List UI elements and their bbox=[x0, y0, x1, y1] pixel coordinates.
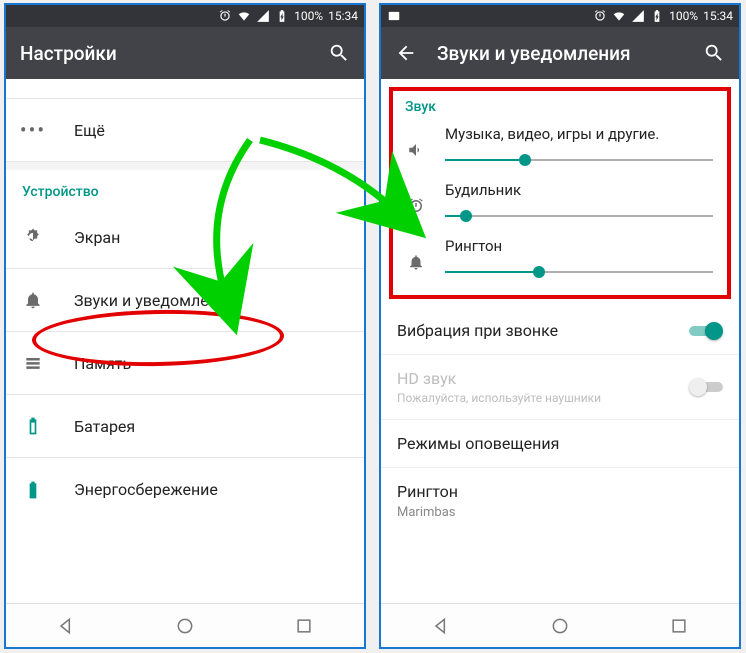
appbar-sounds: Звуки и уведомления bbox=[381, 27, 739, 79]
appbar-settings: Настройки bbox=[6, 27, 364, 79]
row-memory[interactable]: Память bbox=[6, 332, 364, 395]
row-cut-top bbox=[6, 79, 364, 99]
page-title: Звуки и уведомления bbox=[437, 42, 683, 65]
navbar bbox=[381, 603, 739, 647]
search-icon[interactable] bbox=[328, 42, 350, 64]
row-subtitle: Marimbas bbox=[397, 505, 723, 520]
slider-label: Рингтон bbox=[445, 237, 713, 255]
phone-right: 100% 15:34 Звуки и уведомления Звук Музы… bbox=[379, 3, 741, 649]
slider-track[interactable] bbox=[445, 153, 713, 167]
row-battery[interactable]: Батарея bbox=[6, 395, 364, 458]
phone-left: 100% 15:34 Настройки ••• Ещё Устройство … bbox=[4, 3, 366, 649]
battery-icon bbox=[275, 9, 289, 23]
toggle-label: Вибрация при звонке bbox=[397, 321, 689, 340]
signal-icon bbox=[256, 9, 270, 23]
bell-icon bbox=[22, 290, 44, 310]
slider-label: Музыка, видео, игры и другие. bbox=[445, 125, 713, 143]
row-sounds[interactable]: Звуки и уведомления bbox=[6, 269, 364, 332]
row-label: Экран bbox=[74, 228, 120, 247]
status-bar: 100% 15:34 bbox=[381, 5, 739, 27]
nav-back-icon[interactable] bbox=[56, 616, 76, 636]
section-gap bbox=[6, 162, 364, 170]
row-power-saving[interactable]: Энергосбережение bbox=[6, 458, 364, 521]
sounds-content: Звук Музыка, видео, игры и другие. Будил… bbox=[381, 79, 739, 603]
search-icon[interactable] bbox=[703, 42, 725, 64]
nav-home-icon[interactable] bbox=[550, 616, 570, 636]
sound-section-highlight: Звук Музыка, видео, игры и другие. Будил… bbox=[389, 87, 731, 299]
power-icon bbox=[22, 480, 44, 500]
toggle-sublabel: Пожалуйста, используйте наушники bbox=[397, 391, 689, 405]
row-screen[interactable]: Экран bbox=[6, 206, 364, 269]
row-hd-sound: HD звук Пожалуйста, используйте наушники bbox=[381, 355, 739, 420]
volume-icon bbox=[407, 141, 427, 163]
row-title: Режимы оповещения bbox=[397, 434, 723, 453]
slider-label: Будильник bbox=[445, 181, 713, 199]
page-title: Настройки bbox=[20, 42, 308, 65]
battery-row-icon bbox=[22, 416, 44, 436]
row-label: Память bbox=[74, 354, 131, 373]
screenshot-icon bbox=[387, 9, 401, 23]
battery-icon bbox=[650, 9, 664, 23]
row-label: Батарея bbox=[74, 417, 135, 436]
row-ringtone-select[interactable]: Рингтон Marimbas bbox=[381, 468, 739, 534]
clock: 15:34 bbox=[328, 9, 358, 23]
row-label: Энергосбережение bbox=[74, 480, 218, 499]
row-label: Ещё bbox=[74, 121, 105, 140]
brightness-icon bbox=[22, 227, 44, 247]
status-bar: 100% 15:34 bbox=[6, 5, 364, 27]
wifi-icon bbox=[612, 9, 626, 23]
switch-vibrate[interactable] bbox=[689, 322, 723, 340]
clock: 15:34 bbox=[703, 9, 733, 23]
bell-slider-icon bbox=[407, 253, 427, 275]
slider-alarm[interactable]: Будильник bbox=[401, 173, 719, 229]
toggle-label: HD звук bbox=[397, 369, 689, 388]
slider-track[interactable] bbox=[445, 209, 713, 223]
nav-back-icon[interactable] bbox=[431, 616, 451, 636]
nav-home-icon[interactable] bbox=[175, 616, 195, 636]
section-device-title: Устройство bbox=[6, 170, 364, 206]
alarm-slider-icon bbox=[407, 197, 427, 219]
signal-icon bbox=[631, 9, 645, 23]
nav-recent-icon[interactable] bbox=[294, 616, 314, 636]
slider-track[interactable] bbox=[445, 265, 713, 279]
row-vibrate[interactable]: Вибрация при звонке bbox=[381, 307, 739, 355]
row-label: Звуки и уведомления bbox=[74, 291, 236, 310]
alarm-icon bbox=[593, 9, 607, 23]
slider-ringtone[interactable]: Рингтон bbox=[401, 229, 719, 285]
settings-list: ••• Ещё Устройство Экран Звуки и уведомл… bbox=[6, 79, 364, 603]
back-arrow-icon[interactable] bbox=[395, 42, 417, 64]
row-title: Рингтон bbox=[397, 482, 723, 501]
section-sound-title: Звук bbox=[401, 95, 719, 117]
wifi-icon bbox=[237, 9, 251, 23]
slider-media[interactable]: Музыка, видео, игры и другие. bbox=[401, 117, 719, 173]
switch-hd bbox=[689, 378, 723, 396]
nav-recent-icon[interactable] bbox=[669, 616, 689, 636]
storage-icon bbox=[22, 353, 44, 373]
navbar bbox=[6, 603, 364, 647]
row-notification-modes[interactable]: Режимы оповещения bbox=[381, 420, 739, 468]
row-more[interactable]: ••• Ещё bbox=[6, 99, 364, 162]
battery-percent: 100% bbox=[294, 9, 323, 23]
battery-percent: 100% bbox=[669, 9, 698, 23]
alarm-icon bbox=[218, 9, 232, 23]
more-icon: ••• bbox=[22, 118, 44, 142]
